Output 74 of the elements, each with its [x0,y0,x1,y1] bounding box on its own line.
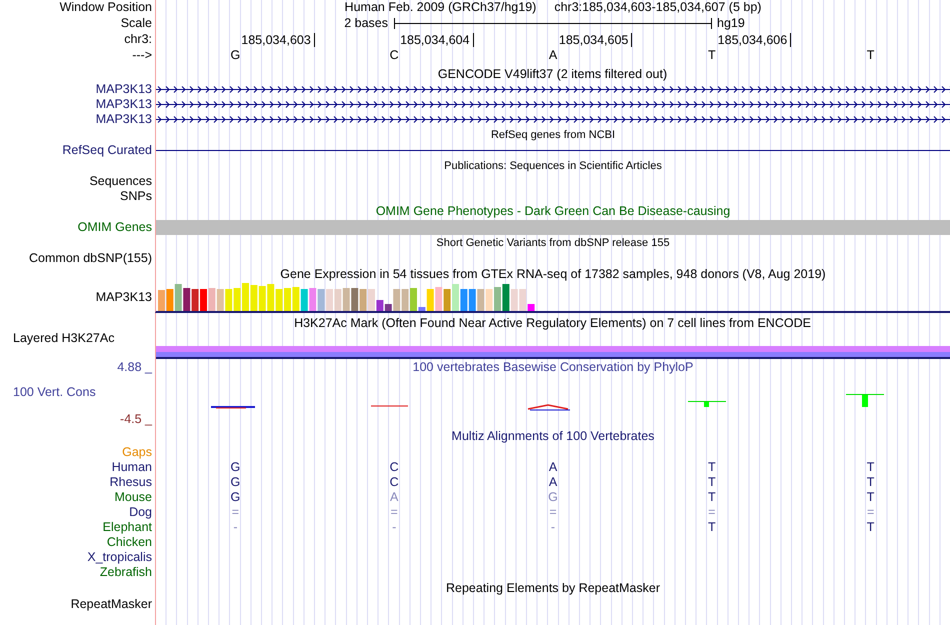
track-label[interactable]: MAP3K13 [96,291,152,304]
base-letter: A [548,49,558,62]
aligned-base: T [708,520,716,534]
base-letter: T [708,49,716,62]
species-label[interactable]: Elephant [102,520,152,534]
scale-text: 2 bases [344,16,389,30]
aligned-base: T [708,476,716,488]
track-label: chr3: [124,33,152,46]
position-tick: 185,034,605 [558,32,632,46]
aligned-base: T [708,490,716,504]
track-title: Multiz Alignments of 100 Vertebrates [452,430,654,442]
aligned-base: G [230,476,240,488]
aligned-base: = [866,506,874,518]
axis-min-label: -4.5 _ [120,413,152,426]
track-label[interactable]: MAP3K13 [96,98,152,111]
track-title: GENCODE V49lift37 (2 items filtered out) [438,68,668,80]
position-tick: 185,034,606 [718,32,792,46]
aligned-base: A [390,490,398,504]
aligned-base: A [548,460,558,474]
track-label[interactable]: Common dbSNP(155) [29,252,152,264]
track-label[interactable]: SNPs [120,190,152,202]
assembly-label: hg19 [716,16,745,30]
aligned-base: C [390,460,399,474]
track-title: H3K27Ac Mark (Often Found Near Active Regulatory Elements) on 7 cell lines from ENCODE [294,317,811,330]
track-label[interactable]: MAP3K13 [96,83,152,96]
aligned-base: = [232,506,240,518]
track-label[interactable]: MAP3K13 [96,113,152,126]
aligned-base: - [550,520,556,534]
base-letter: T [866,49,874,62]
aligned-base: T [866,490,874,504]
assembly-name: Human Feb. 2009 (GRCh37/hg19) [344,1,536,14]
track-title: Publications: Sequences in Scientific Articles [444,160,662,172]
track-label[interactable]: Sequences [89,175,152,188]
aligned-base: G [230,490,240,504]
aligned-base: G [548,490,558,504]
aligned-base: - [233,520,238,534]
species-label[interactable]: Dog [129,506,152,518]
species-label[interactable]: Zebrafish [100,566,152,578]
track-title: Repeating Elements by RepeatMasker [446,582,660,594]
track-label[interactable]: 100 Vert. Cons [0,386,96,398]
track-label: Window Position [60,1,152,14]
aligned-base: T [708,460,716,474]
axis-max-label: 4.88 _ [117,360,152,374]
track-label[interactable]: RepeatMasker [70,598,152,610]
base-letter: G [230,49,240,62]
track-title: OMIM Gene Phenotypes - Dark Green Can Be Disease-causing [376,205,730,218]
species-label[interactable]: Human [112,460,152,474]
track-title: Gene Expression in 54 tissues from GTEx RNA-seq of 17382 samples, 948 donors (V8, Aug 2019) [280,268,826,280]
species-label[interactable]: Rhesus [110,476,152,488]
track-label[interactable]: OMIM Genes [78,221,152,234]
aligned-base: T [866,460,874,474]
aligned-base: T [866,476,874,488]
position-tick: 185,034,603 [241,32,315,46]
position-tick: 185,034,604 [400,32,474,46]
track-title: RefSeq genes from NCBI [490,130,616,140]
track-label: ---> [132,49,152,62]
aligned-base: G [230,460,240,474]
aligned-base: - [392,520,396,534]
aligned-base: = [708,506,716,518]
aligned-base: C [390,476,399,488]
track-label[interactable]: Layered H3K27Ac [13,332,114,344]
track-label: Scale [120,16,152,30]
base-letter: C [390,49,399,62]
species-label[interactable]: X_tropicalis [87,550,152,564]
track-title: 100 vertebrates Basewise Conservation by PhyloP [412,360,694,374]
track-label[interactable]: RefSeq Curated [62,144,152,157]
genome-position: chr3:185,034,603-185,034,607 (5 bp) [554,1,762,14]
aligned-base: T [866,520,874,534]
aligned-base: = [390,506,398,518]
aligned-base: A [548,476,558,488]
species-label[interactable]: Chicken [106,536,152,548]
aligned-base: = [549,506,557,518]
track-title: Short Genetic Variants from dbSNP release 155 [436,238,670,248]
species-label[interactable]: Mouse [114,490,152,504]
